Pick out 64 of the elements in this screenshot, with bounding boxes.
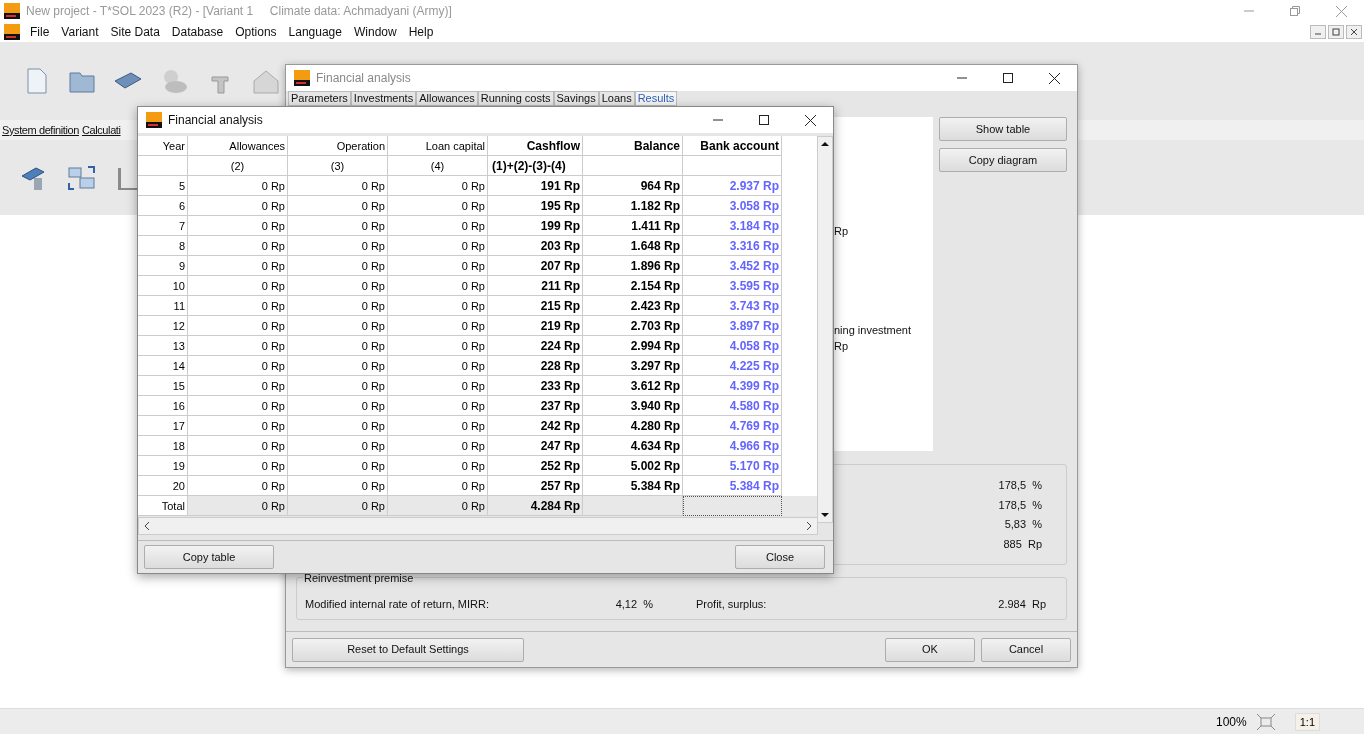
chart-text: Rp [834,339,850,354]
horizontal-scrollbar[interactable] [138,517,818,535]
tab[interactable]: Savings [553,91,599,106]
app-logo-icon [294,70,310,86]
total-cell: 0 Rp [288,496,388,516]
window-title: Financial analysis [168,112,263,129]
section-tab[interactable]: Calculati [81,121,121,139]
reset-button[interactable]: Reset to Default Settings [292,637,524,662]
maximize-icon [1003,73,1013,83]
result-value: 885 Rp [1003,536,1042,552]
tab[interactable]: Parameters [288,91,351,106]
menu-item[interactable]: Window [347,23,403,41]
zoom-level: 100% [1216,713,1247,731]
close-icon [1350,28,1358,36]
menu-item[interactable]: Language [282,23,348,41]
chart-text: Rp [834,224,850,239]
tab[interactable]: Running costs [477,91,554,106]
scroll-left-icon[interactable] [143,521,151,531]
cancel-button[interactable]: Cancel [981,637,1071,662]
menu-item[interactable]: Help [402,23,440,41]
result-value: 178,5 % [998,497,1042,513]
vertical-scrollbar[interactable] [817,136,833,523]
actual-size-button[interactable]: 1:1 [1294,712,1320,731]
restore-icon [1290,6,1300,16]
side-button[interactable]: Copy diagram [939,148,1067,172]
side-button[interactable]: Show table [939,117,1067,141]
result-value: 5,83 % [1004,517,1042,532]
app-logo-icon [4,3,20,19]
chart-text: ning investment [834,322,913,338]
tab[interactable]: Loans [598,91,635,106]
ok-button[interactable]: OK [885,637,975,662]
total-cell: 0 Rp [188,496,288,516]
menu-item[interactable]: Options [229,23,283,41]
copy-table-button[interactable]: Copy table [144,545,274,569]
window-title: Financial analysis [316,70,411,87]
profit-label: Profit, surplus: [696,597,768,613]
restore-icon [1332,28,1340,36]
section-tab[interactable]: System definition [2,121,79,139]
menu-item[interactable]: File [24,23,56,41]
close-icon [1048,72,1060,84]
result-value: 178,5 % [998,478,1042,493]
menu-item[interactable]: Database [165,23,230,41]
profit-value: 2.984 Rp [998,597,1046,613]
close-icon [1335,5,1347,17]
menu-item[interactable]: Variant [55,23,105,41]
close-icon [804,114,816,126]
total-cell: 0 Rp [388,496,488,516]
app-title: New project - T*SOL 2023 (R2) - [Variant 1 Climate data: Achmadyani (Army)] [26,3,452,20]
mirr-value: 4,12 % [614,597,653,613]
total-cell: 4.284 Rp [488,496,583,516]
mirr-label: Modified internal rate of return, MIRR: [305,597,491,613]
document-logo-icon [4,24,20,40]
mdi-close-button[interactable] [1346,25,1362,39]
tab[interactable]: Results [634,91,678,106]
menu-item[interactable]: Site Data [104,23,166,41]
fit-screen-icon[interactable] [1256,713,1275,730]
mdi-minimize-button[interactable] [1310,25,1326,39]
app-logo-icon [146,112,162,128]
scroll-right-icon[interactable] [805,521,813,531]
close-window-button[interactable]: Close [735,545,825,569]
tab[interactable]: Investments [350,91,417,106]
maximize-icon [759,115,769,125]
tab[interactable]: Allowances [416,91,478,106]
total-cell: Total [138,496,188,516]
